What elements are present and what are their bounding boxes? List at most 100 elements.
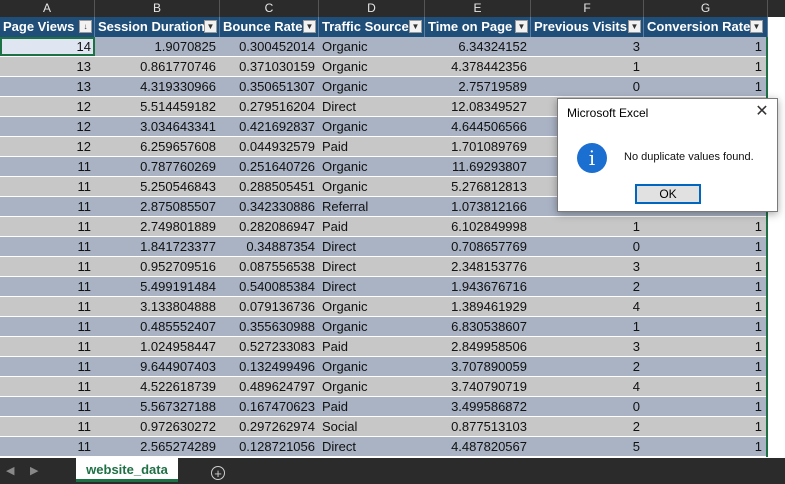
cell-conversion-rate[interactable]: 1	[644, 417, 766, 436]
cell-conversion-rate[interactable]: 1	[644, 337, 766, 356]
cell-previous-visits[interactable]: 5	[531, 437, 644, 456]
column-letter-a[interactable]: A	[0, 0, 95, 17]
cell-traffic-source[interactable]: Organic	[319, 117, 425, 136]
cell-traffic-source[interactable]: Organic	[319, 377, 425, 396]
cell-bounce-rate[interactable]: 0.128721056	[220, 437, 319, 456]
add-sheet-icon[interactable]: +	[211, 466, 225, 480]
cell-session-duration[interactable]: 9.644907403	[95, 357, 220, 376]
cell-page-views[interactable]: 11	[0, 357, 95, 376]
cell-time-on-page[interactable]: 6.830538607	[425, 317, 531, 336]
cell-bounce-rate[interactable]: 0.34887354	[220, 237, 319, 256]
sheet-tab-website-data[interactable]: website_data	[76, 458, 178, 482]
cell-time-on-page[interactable]: 1.701089769	[425, 137, 531, 156]
cell-time-on-page[interactable]: 6.102849998	[425, 217, 531, 236]
cell-previous-visits[interactable]: 1	[531, 57, 644, 76]
cell-traffic-source[interactable]: Organic	[319, 297, 425, 316]
cell-bounce-rate[interactable]: 0.421692837	[220, 117, 319, 136]
cell-session-duration[interactable]: 3.133804888	[95, 297, 220, 316]
cell-time-on-page[interactable]: 3.740790719	[425, 377, 531, 396]
cell-time-on-page[interactable]: 4.378442356	[425, 57, 531, 76]
cell-previous-visits[interactable]: 4	[531, 297, 644, 316]
cell-page-views[interactable]: 13	[0, 77, 95, 96]
cell-traffic-source[interactable]: Organic	[319, 57, 425, 76]
cell-traffic-source[interactable]: Direct	[319, 277, 425, 296]
cell-previous-visits[interactable]: 4	[531, 377, 644, 396]
cell-bounce-rate[interactable]: 0.282086947	[220, 217, 319, 236]
cell-previous-visits[interactable]: 0	[531, 77, 644, 96]
cell-conversion-rate[interactable]: 1	[644, 397, 766, 416]
cell-page-views[interactable]: 11	[0, 417, 95, 436]
filter-dropdown-icon[interactable]: ▼	[515, 20, 528, 33]
cell-page-views[interactable]: 11	[0, 337, 95, 356]
cell-page-views[interactable]: 11	[0, 237, 95, 256]
cell-page-views[interactable]: 11	[0, 297, 95, 316]
cell-conversion-rate[interactable]: 1	[644, 437, 766, 456]
cell-bounce-rate[interactable]: 0.355630988	[220, 317, 319, 336]
cell-session-duration[interactable]: 5.567327188	[95, 397, 220, 416]
cell-time-on-page[interactable]: 2.849958506	[425, 337, 531, 356]
cell-time-on-page[interactable]: 4.644506566	[425, 117, 531, 136]
cell-page-views[interactable]: 14	[0, 37, 95, 56]
cell-page-views[interactable]: 11	[0, 257, 95, 276]
column-letter-d[interactable]: D	[319, 0, 425, 17]
cell-traffic-source[interactable]: Organic	[319, 37, 425, 56]
cell-traffic-source[interactable]: Paid	[319, 137, 425, 156]
dialog-title-bar[interactable]: Microsoft Excel ✕	[558, 99, 777, 127]
cell-time-on-page[interactable]: 4.487820567	[425, 437, 531, 456]
cell-previous-visits[interactable]: 3	[531, 337, 644, 356]
cell-session-duration[interactable]: 6.259657608	[95, 137, 220, 156]
cell-time-on-page[interactable]: 1.389461929	[425, 297, 531, 316]
cell-session-duration[interactable]: 3.034643341	[95, 117, 220, 136]
cell-traffic-source[interactable]: Referral	[319, 197, 425, 216]
cell-conversion-rate[interactable]: 1	[644, 37, 766, 56]
cell-bounce-rate[interactable]: 0.540085384	[220, 277, 319, 296]
cell-traffic-source[interactable]: Organic	[319, 357, 425, 376]
cell-time-on-page[interactable]: 3.707890059	[425, 357, 531, 376]
scroll-right-icon[interactable]: ▶	[30, 464, 38, 477]
cell-bounce-rate[interactable]: 0.288505451	[220, 177, 319, 196]
cell-time-on-page[interactable]: 0.708657769	[425, 237, 531, 256]
cell-session-duration[interactable]: 4.319330966	[95, 77, 220, 96]
cell-session-duration[interactable]: 2.875085507	[95, 197, 220, 216]
cell-session-duration[interactable]: 0.485552407	[95, 317, 220, 336]
cell-previous-visits[interactable]: 0	[531, 397, 644, 416]
column-letter-g[interactable]: G	[644, 0, 768, 17]
cell-page-views[interactable]: 11	[0, 157, 95, 176]
cell-session-duration[interactable]: 5.250546843	[95, 177, 220, 196]
cell-previous-visits[interactable]: 1	[531, 217, 644, 236]
cell-page-views[interactable]: 11	[0, 197, 95, 216]
cell-time-on-page[interactable]: 1.073812166	[425, 197, 531, 216]
cell-conversion-rate[interactable]: 1	[644, 77, 766, 96]
cell-bounce-rate[interactable]: 0.342330886	[220, 197, 319, 216]
cell-page-views[interactable]: 11	[0, 317, 95, 336]
cell-previous-visits[interactable]: 1	[531, 317, 644, 336]
column-letter-c[interactable]: C	[220, 0, 319, 17]
filter-dropdown-icon[interactable]: ▼	[409, 20, 422, 33]
filter-dropdown-icon[interactable]: ▼	[628, 20, 641, 33]
close-icon[interactable]: ✕	[753, 103, 771, 121]
cell-time-on-page[interactable]: 11.69293807	[425, 157, 531, 176]
cell-bounce-rate[interactable]: 0.527233083	[220, 337, 319, 356]
cell-time-on-page[interactable]: 5.276812813	[425, 177, 531, 196]
column-letter-b[interactable]: B	[95, 0, 220, 17]
cell-traffic-source[interactable]: Organic	[319, 77, 425, 96]
cell-session-duration[interactable]: 2.565274289	[95, 437, 220, 456]
filter-dropdown-icon[interactable]: ▼	[204, 20, 217, 33]
cell-conversion-rate[interactable]: 1	[644, 277, 766, 296]
cell-traffic-source[interactable]: Organic	[319, 157, 425, 176]
cell-session-duration[interactable]: 4.522618739	[95, 377, 220, 396]
cell-previous-visits[interactable]: 3	[531, 37, 644, 56]
cell-conversion-rate[interactable]: 1	[644, 257, 766, 276]
cell-page-views[interactable]: 11	[0, 277, 95, 296]
cell-traffic-source[interactable]: Direct	[319, 437, 425, 456]
empty-column-area[interactable]	[768, 17, 785, 457]
cell-traffic-source[interactable]: Paid	[319, 337, 425, 356]
cell-session-duration[interactable]: 0.787760269	[95, 157, 220, 176]
cell-conversion-rate[interactable]: 1	[644, 217, 766, 236]
cell-bounce-rate[interactable]: 0.297262974	[220, 417, 319, 436]
cell-session-duration[interactable]: 1.024958447	[95, 337, 220, 356]
cell-page-views[interactable]: 12	[0, 117, 95, 136]
cell-bounce-rate[interactable]: 0.167470623	[220, 397, 319, 416]
cell-bounce-rate[interactable]: 0.079136736	[220, 297, 319, 316]
cell-session-duration[interactable]: 2.749801889	[95, 217, 220, 236]
